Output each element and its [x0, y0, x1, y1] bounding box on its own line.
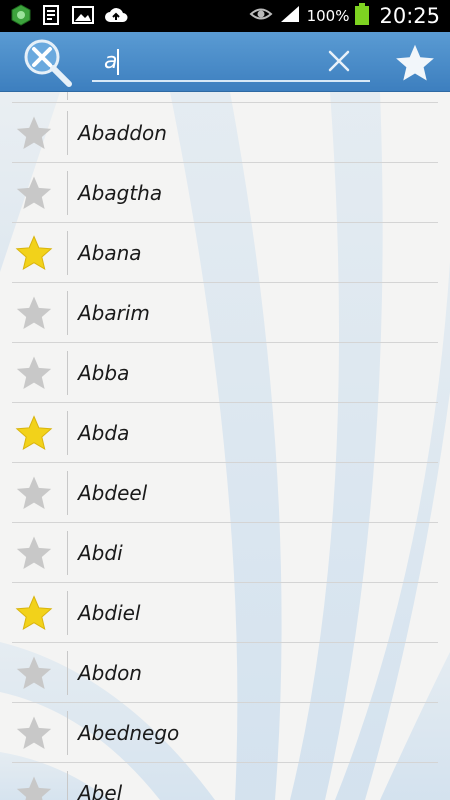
list-item[interactable]: Abarim [12, 283, 438, 343]
eye-icon [249, 5, 273, 27]
row-divider [67, 591, 68, 635]
cloud-upload-icon [104, 5, 128, 29]
name-label: Abagtha [78, 181, 163, 205]
name-label: Abednego [78, 721, 180, 745]
list-item[interactable]: Abdon [12, 643, 438, 703]
image-notification-icon [72, 5, 94, 29]
list-item[interactable]: Abana [12, 223, 438, 283]
star-icon[interactable] [14, 174, 54, 214]
app-notification-icon [10, 4, 32, 30]
star-icon[interactable] [14, 534, 54, 574]
list-item[interactable]: Abda [12, 403, 438, 463]
star-icon[interactable] [14, 294, 54, 334]
battery-icon [355, 3, 370, 29]
text-cursor [117, 49, 119, 75]
name-label: Abaddon [78, 121, 167, 145]
clear-search-button[interactable] [326, 48, 352, 74]
favorite-star-icon[interactable] [14, 414, 54, 454]
row-divider [67, 351, 68, 395]
row-divider [67, 711, 68, 755]
signal-icon [279, 4, 301, 28]
name-label: Abdi [78, 541, 123, 565]
favorite-star-icon[interactable] [14, 234, 54, 274]
row-divider [67, 92, 68, 100]
close-icon [328, 50, 350, 72]
close-search-button[interactable] [22, 37, 74, 89]
row-divider [67, 471, 68, 515]
search-toolbar [0, 32, 450, 92]
notification-icons [10, 4, 128, 30]
battery-percent: 100% [306, 7, 350, 25]
star-icon[interactable] [14, 354, 54, 394]
row-divider [67, 651, 68, 695]
list-item[interactable]: Abaddon [12, 103, 438, 163]
name-label: Abel [78, 781, 123, 800]
name-label: Abdeel [78, 481, 148, 505]
row-divider [67, 771, 68, 800]
star-icon[interactable] [14, 114, 54, 154]
dictionary-notification-icon [42, 4, 62, 30]
row-divider [67, 111, 68, 155]
name-label: Abana [78, 241, 142, 265]
row-divider [67, 531, 68, 575]
row-divider [67, 411, 68, 455]
name-label: Abba [78, 361, 130, 385]
star-icon[interactable] [14, 474, 54, 514]
status-bar: 100% 20:25 [0, 0, 450, 32]
name-label: Abdiel [78, 601, 141, 625]
search-close-icon [24, 39, 72, 87]
list-item[interactable]: Abel [12, 763, 438, 800]
list-item[interactable]: Abednego [12, 703, 438, 763]
star-icon[interactable] [14, 654, 54, 694]
list-item[interactable]: Abdeel [12, 463, 438, 523]
favorite-star-icon[interactable] [14, 594, 54, 634]
clock: 20:25 [379, 4, 440, 28]
star-icon[interactable] [14, 774, 54, 800]
row-divider [67, 291, 68, 335]
star-icon[interactable] [14, 714, 54, 754]
name-label: Abarim [78, 301, 150, 325]
star-icon [396, 44, 434, 81]
row-divider [67, 171, 68, 215]
list-item[interactable]: Abdi [12, 523, 438, 583]
favorites-button[interactable] [393, 42, 437, 86]
row-divider [67, 231, 68, 275]
list-item[interactable]: Abagtha [12, 163, 438, 223]
list-row-partial [12, 92, 438, 103]
name-label: Abdon [78, 661, 142, 685]
name-label: Abda [78, 421, 130, 445]
list-item[interactable]: Abba [12, 343, 438, 403]
list-item[interactable]: Abdiel [12, 583, 438, 643]
